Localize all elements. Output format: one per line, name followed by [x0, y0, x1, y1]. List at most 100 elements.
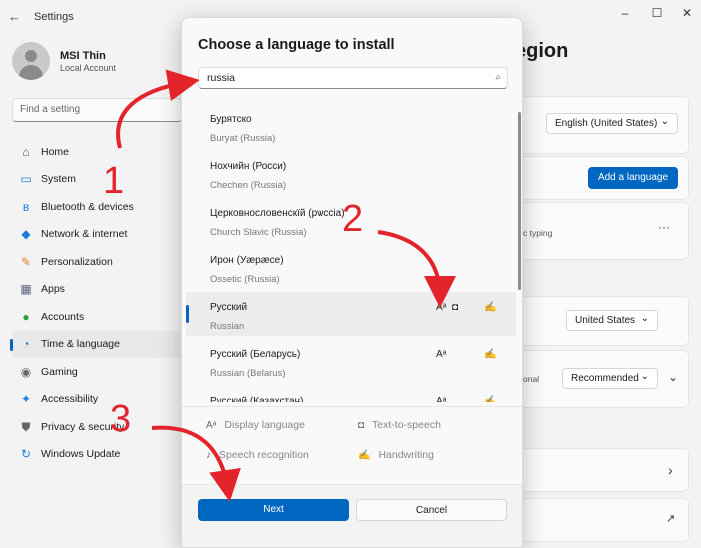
- language-english-name: Church Slavic (Russia): [210, 227, 307, 238]
- regional-format-label: onal: [523, 374, 540, 384]
- language-native-name: Русский: [210, 302, 248, 313]
- language-option[interactable]: Русский Russian Aᵃ ◘ ✍: [186, 292, 516, 336]
- language-english-name: Buryat (Russia): [210, 133, 276, 144]
- sidebar-item-label: Windows Update: [41, 448, 121, 461]
- language-search-input[interactable]: russia ⌕: [198, 67, 508, 89]
- step-1-label: 1: [103, 160, 125, 202]
- sidebar-item-label: Apps: [41, 283, 65, 296]
- language-option[interactable]: Ирон (Уæрæсе) Ossetic (Russia): [186, 245, 516, 289]
- sidebar-item-label: Network & internet: [41, 228, 128, 241]
- related-settings-card-2[interactable]: [521, 498, 689, 542]
- sidebar-item-network-internet[interactable]: ◆ Network & internet: [12, 221, 187, 249]
- back-arrow-icon[interactable]: ←: [8, 9, 24, 25]
- language-option[interactable]: Русский (Беларусь) Russian (Belarus) Aᵃ ✍: [186, 339, 516, 383]
- language-option[interactable]: Русский (Казахстан) Aᵃ ✍: [186, 386, 516, 402]
- regional-format-dropdown[interactable]: Recommended ⌄: [562, 368, 658, 389]
- typing-hint: c typing: [523, 228, 553, 238]
- search-value: russia: [207, 72, 236, 84]
- feature-label: Handwriting: [378, 449, 434, 461]
- sidebar-item-bluetooth-devices[interactable]: ʙ Bluetooth & devices: [12, 193, 187, 221]
- sidebar-item-personalization[interactable]: ✎ Personalization: [12, 248, 187, 276]
- language-english-name: Ossetic (Russia): [210, 274, 280, 285]
- text-to-speech-capability-icon: ◘: [452, 302, 459, 313]
- display-language-capability-icon: Aᵃ: [436, 302, 447, 313]
- speech-recognition-icon: ♪: [206, 449, 211, 461]
- chevron-down-icon: ⌄: [660, 116, 669, 127]
- avatar-head-icon: [25, 50, 37, 62]
- avatar-body-icon: [19, 65, 43, 80]
- step-3-label: 3: [110, 398, 132, 440]
- country-value: United States: [575, 315, 636, 326]
- sidebar-nav: ⌂ Home ▭ System ʙ Bluetooth & devices ◆ Network…: [10, 138, 187, 469]
- globe-clock-icon: ◔: [22, 337, 30, 352]
- handwriting-icon: ✍: [358, 449, 371, 461]
- handwriting-capability-icon: ✍: [484, 396, 497, 402]
- add-language-button[interactable]: Add a language: [588, 167, 678, 189]
- chevron-down-icon: ⌄: [640, 313, 649, 324]
- sidebar-item-accounts[interactable]: ● Accounts: [12, 303, 187, 331]
- apps-icon: ▦: [20, 282, 32, 297]
- handwriting-capability-icon: ✍: [484, 349, 497, 360]
- home-icon: ⌂: [22, 144, 30, 159]
- sidebar-item-label: Personalization: [41, 255, 113, 268]
- step-2-label: 2: [342, 198, 364, 240]
- person-icon: ●: [22, 309, 30, 324]
- sidebar-item-home[interactable]: ⌂ Home: [12, 138, 187, 166]
- feature-legend: Aᵃ Display language ◘ Text-to-speech ♪ S…: [182, 406, 522, 482]
- language-native-name: Ирон (Уæрæсе): [210, 255, 284, 266]
- expand-icon[interactable]: ⌄: [668, 370, 678, 384]
- dialog-footer: Next Cancel: [182, 484, 522, 547]
- language-native-name: Церковнословенскїй (рѡссіа): [210, 208, 345, 219]
- cancel-button[interactable]: Cancel: [356, 499, 507, 521]
- sidebar-item-windows-update[interactable]: ↻ Windows Update: [12, 441, 187, 469]
- sidebar-item-system[interactable]: ▭ System: [12, 166, 187, 194]
- language-english-name: Russian: [210, 321, 245, 332]
- more-options-icon[interactable]: ···: [658, 220, 670, 234]
- chevron-right-icon: ›: [668, 462, 673, 478]
- monitor-icon: ▭: [20, 172, 32, 187]
- language-native-name: Нохчийн (Росси): [210, 161, 287, 172]
- language-native-name: Русский (Беларусь): [210, 349, 301, 360]
- avatar[interactable]: [12, 42, 50, 80]
- display-language-value: English (United States): [555, 118, 658, 129]
- related-settings-card-1[interactable]: [521, 448, 689, 492]
- feature-text-to-speech: ◘ Text-to-speech: [358, 419, 441, 431]
- language-native-name: Русский (Казахстан): [210, 396, 304, 402]
- feature-speech-recognition: ♪ Speech recognition: [206, 449, 309, 461]
- search-icon[interactable]: ⌕: [495, 72, 501, 83]
- sidebar-item-label: Home: [41, 145, 70, 158]
- display-language-icon: Aᵃ: [206, 419, 217, 431]
- handwriting-capability-icon: ✍: [484, 302, 497, 313]
- shield-icon: ⛊: [21, 419, 31, 434]
- sidebar-item-gaming[interactable]: ◉ Gaming: [12, 358, 187, 386]
- maximize-button[interactable]: ☐: [647, 6, 667, 24]
- dialog-title: Choose a language to install: [198, 37, 395, 53]
- find-setting-input[interactable]: Find a setting: [12, 98, 182, 122]
- sidebar-item-label: Accessibility: [41, 393, 99, 406]
- sidebar-item-accessibility[interactable]: ✦ Accessibility: [12, 386, 187, 414]
- close-button[interactable]: ✕: [677, 6, 697, 24]
- sidebar-item-apps[interactable]: ▦ Apps: [12, 276, 187, 304]
- user-account-type: Local Account: [60, 63, 117, 73]
- minimize-button[interactable]: –: [615, 6, 635, 24]
- language-english-name: Chechen (Russia): [210, 180, 287, 191]
- windows-display-language-dropdown[interactable]: English (United States) ⌄: [546, 113, 678, 134]
- next-button[interactable]: Next: [198, 499, 349, 521]
- bluetooth-icon: ʙ: [22, 199, 30, 214]
- sidebar-item-label: Gaming: [41, 365, 78, 378]
- display-language-capability-icon: Aᵃ: [436, 396, 447, 402]
- scrollbar[interactable]: [518, 112, 521, 290]
- brush-icon: ✎: [20, 254, 32, 269]
- language-native-name: Бурятско: [210, 114, 252, 125]
- chevron-down-icon: ⌄: [640, 371, 649, 382]
- language-option[interactable]: Нохчийн (Росси) Chechen (Russia): [186, 151, 516, 195]
- accessibility-icon: ✦: [20, 392, 32, 407]
- language-option[interactable]: Бурятско Buryat (Russia): [186, 104, 516, 148]
- language-english-name: Russian (Belarus): [210, 368, 286, 379]
- update-icon: ↻: [20, 447, 32, 462]
- country-dropdown[interactable]: United States ⌄: [566, 310, 658, 331]
- sidebar-item-time-language[interactable]: ◔ Time & language: [10, 330, 187, 358]
- sidebar-item-privacy-security[interactable]: ⛊ Privacy & security: [12, 413, 187, 441]
- regional-format-value: Recommended: [571, 373, 639, 384]
- sidebar-item-label: Time & language: [41, 338, 120, 351]
